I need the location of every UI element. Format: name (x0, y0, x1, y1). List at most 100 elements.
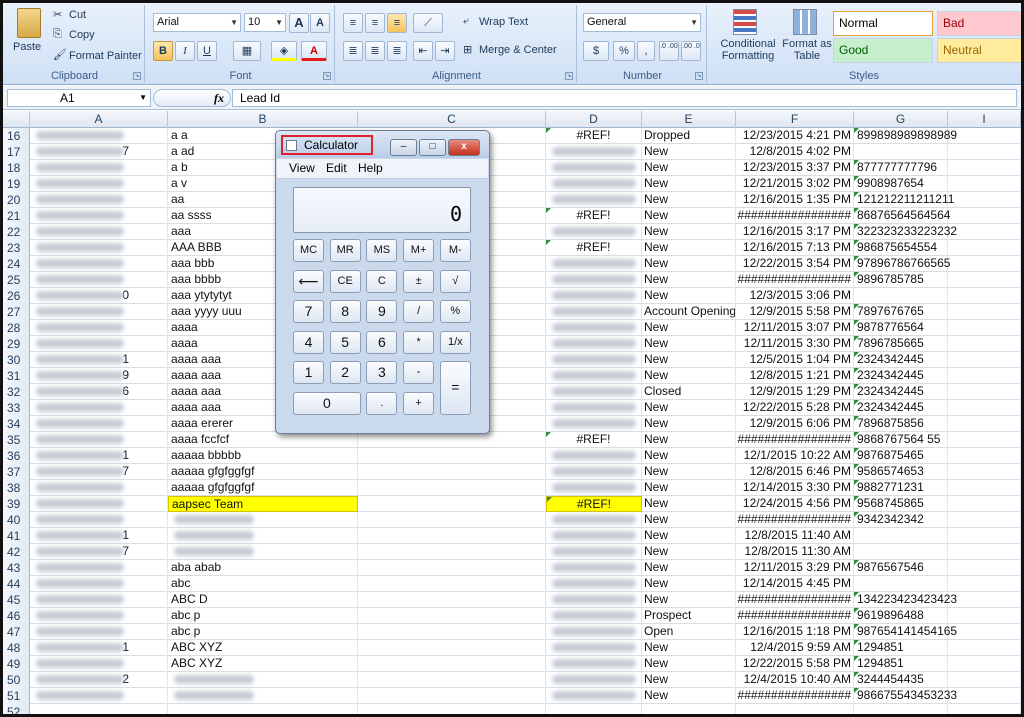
cell-e[interactable]: New (642, 544, 736, 560)
cell-a[interactable]: 2 (30, 672, 168, 688)
cell-a[interactable] (30, 608, 168, 624)
cell-i[interactable] (948, 128, 1021, 144)
cell-a[interactable] (30, 192, 168, 208)
cell-a[interactable]: 1 (30, 640, 168, 656)
cell-b[interactable]: abc p (168, 624, 358, 640)
cell-c[interactable] (358, 448, 546, 464)
cell-a[interactable] (30, 240, 168, 256)
row-header[interactable]: 37 (3, 464, 30, 480)
cell-i[interactable] (948, 176, 1021, 192)
percent-button[interactable]: % (613, 41, 635, 61)
number-format-select[interactable]: General ▼ (583, 13, 701, 32)
cell-a[interactable]: 7 (30, 464, 168, 480)
cell-d[interactable] (546, 544, 642, 560)
cell-c[interactable] (358, 672, 546, 688)
cell-d[interactable] (546, 192, 642, 208)
cell-g[interactable]: 986675543453233 (854, 688, 957, 704)
cell-d[interactable]: #REF! (546, 240, 642, 256)
cell-b[interactable] (168, 528, 358, 544)
cell-a[interactable] (30, 272, 168, 288)
row-header[interactable]: 28 (3, 320, 30, 336)
cell-i[interactable] (948, 336, 1021, 352)
row-header[interactable]: 52 (3, 704, 30, 714)
cell-a[interactable] (30, 208, 168, 224)
cell-f[interactable]: 12/21/2015 3:02 PM (736, 176, 854, 192)
cell-e[interactable]: New (642, 528, 736, 544)
underline-button[interactable]: U (197, 41, 217, 61)
cell-d[interactable] (546, 656, 642, 672)
cell-e[interactable]: New (642, 256, 736, 272)
cell-i[interactable] (948, 448, 1021, 464)
cell-b[interactable] (168, 688, 358, 704)
conditional-formatting-icon[interactable] (733, 9, 757, 35)
cell-f[interactable]: 12/8/2015 1:21 PM (736, 368, 854, 384)
cell-d[interactable] (546, 704, 642, 714)
cell-a[interactable] (30, 592, 168, 608)
cell-d[interactable]: #REF! (546, 208, 642, 224)
cell-g[interactable]: 9896785785 (854, 272, 948, 288)
row-header[interactable]: 36 (3, 448, 30, 464)
cell-i[interactable] (948, 640, 1021, 656)
cell-g[interactable]: 9586574653 (854, 464, 948, 480)
cell-f[interactable]: 12/1/2015 10:22 AM (736, 448, 854, 464)
cell-e[interactable]: New (642, 272, 736, 288)
cell-f[interactable]: 12/23/2015 3:37 PM (736, 160, 854, 176)
cell-a[interactable]: 0 (30, 288, 168, 304)
align-left-icon[interactable]: ≣ (343, 41, 363, 61)
cell-d[interactable]: #REF! (546, 432, 642, 448)
cell-b[interactable] (168, 704, 358, 714)
column-header-i[interactable]: I (948, 111, 1021, 128)
cell-a[interactable]: 1 (30, 528, 168, 544)
select-all-corner[interactable] (3, 111, 30, 128)
cell-a[interactable]: 7 (30, 144, 168, 160)
cell-i[interactable] (948, 512, 1021, 528)
number-launcher-icon[interactable]: ↘ (695, 72, 703, 80)
cell-f[interactable]: ################# (736, 592, 854, 608)
font-color-icon[interactable]: A (301, 41, 327, 61)
cell-d[interactable] (546, 384, 642, 400)
cell-b[interactable] (168, 544, 358, 560)
row-header[interactable]: 40 (3, 512, 30, 528)
cell-d[interactable] (546, 640, 642, 656)
cell-d[interactable] (546, 352, 642, 368)
cell-g[interactable]: 9876567546 (854, 560, 948, 576)
cell-e[interactable]: New (642, 656, 736, 672)
cell-f[interactable]: 12/16/2015 7:13 PM (736, 240, 854, 256)
cell-f[interactable] (736, 704, 854, 714)
column-header-g[interactable]: G (854, 111, 948, 128)
cell-i[interactable] (948, 160, 1021, 176)
cell-b[interactable]: abc (168, 576, 358, 592)
cell-e[interactable]: New (642, 224, 736, 240)
cell-f[interactable]: 12/16/2015 3:17 PM (736, 224, 854, 240)
calc-key[interactable]: 1/x (439, 330, 471, 354)
cell-e[interactable] (642, 704, 736, 714)
worksheet-grid[interactable]: ABCDEFGI 16 a a #REF! Dropped 12/23/2015 4:2… (3, 111, 1021, 714)
row-header[interactable]: 16 (3, 128, 30, 144)
row-header[interactable]: 30 (3, 352, 30, 368)
cell-i[interactable] (948, 208, 1021, 224)
increase-decimal-button[interactable]: .0 .00 (659, 41, 679, 61)
cell-f[interactable]: 12/16/2015 1:18 PM (736, 624, 854, 640)
cell-b[interactable]: aaaaa gfgfggfgf (168, 464, 358, 480)
cell-b[interactable]: ABC D (168, 592, 358, 608)
cell-e[interactable]: New (642, 160, 736, 176)
cell-e[interactable]: Account Opening (642, 304, 736, 320)
row-header[interactable]: 32 (3, 384, 30, 400)
row-header[interactable]: 29 (3, 336, 30, 352)
cell-a[interactable] (30, 336, 168, 352)
cell-a[interactable]: 7 (30, 544, 168, 560)
cell-i[interactable] (948, 480, 1021, 496)
cell-i[interactable] (948, 368, 1021, 384)
row-header[interactable]: 48 (3, 640, 30, 656)
currency-button[interactable]: $ (583, 41, 609, 61)
cell-f[interactable]: 12/9/2015 6:06 PM (736, 416, 854, 432)
cell-g[interactable] (854, 288, 948, 304)
cell-b[interactable]: ABC XYZ (168, 640, 358, 656)
formula-input[interactable]: Lead Id (232, 89, 1017, 107)
cell-e[interactable]: New (642, 688, 736, 704)
cell-f[interactable]: 12/24/2015 4:56 PM (736, 496, 854, 512)
row-header[interactable]: 31 (3, 368, 30, 384)
cell-e[interactable]: New (642, 672, 736, 688)
cell-a[interactable] (30, 560, 168, 576)
cell-b[interactable]: aba abab (168, 560, 358, 576)
